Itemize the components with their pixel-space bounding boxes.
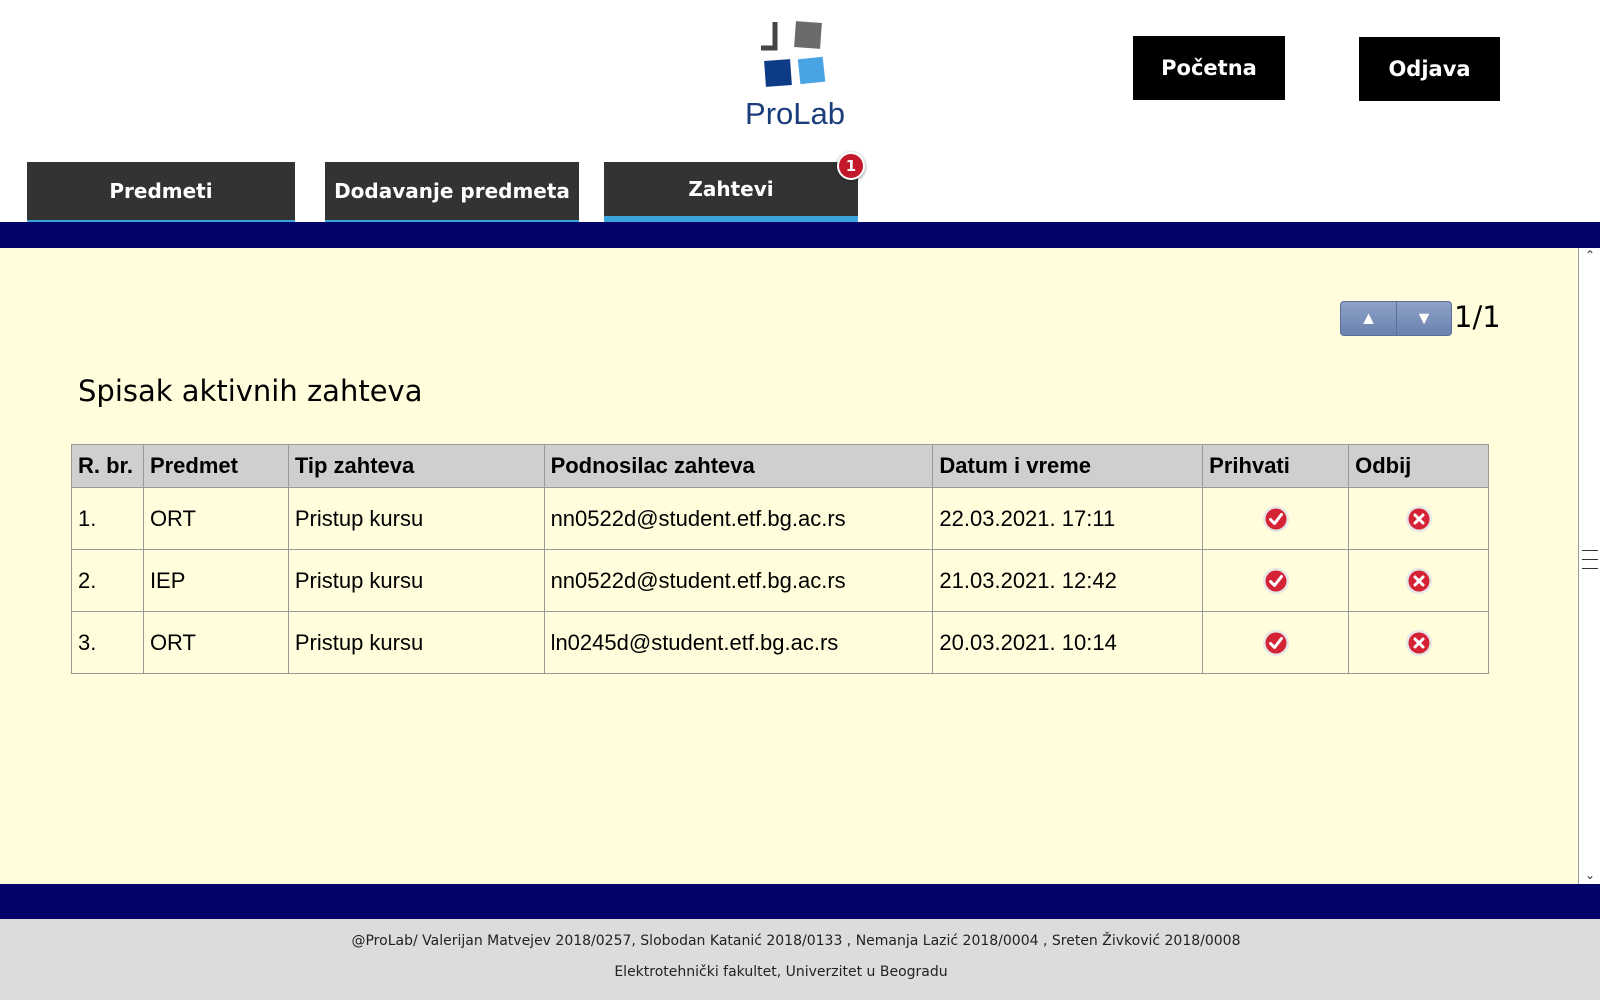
- cell-type: Pristup kursu: [287, 549, 545, 612]
- tab-zahtevi[interactable]: Zahtevi: [604, 162, 858, 222]
- vertical-scrollbar[interactable]: ⌃ ⌄: [1578, 248, 1600, 884]
- cell-requester: nn0522d@student.etf.bg.ac.rs: [543, 549, 934, 612]
- home-button[interactable]: Početna: [1133, 36, 1285, 100]
- cell-requester: nn0522d@student.etf.bg.ac.rs: [543, 487, 934, 550]
- cell-subject: ORT: [142, 487, 289, 550]
- scroll-down-icon[interactable]: ⌄: [1583, 868, 1597, 882]
- triangle-down-icon[interactable]: ▼: [1395, 302, 1451, 335]
- header-prihvati: Prihvati: [1202, 444, 1350, 488]
- tab-dodavanje-predmeta[interactable]: Dodavanje predmeta: [325, 162, 579, 222]
- cell-subject: ORT: [142, 611, 289, 674]
- triangle-up-icon[interactable]: ▲: [1341, 302, 1396, 335]
- cell-no: 2.: [71, 549, 144, 612]
- table-row: 2. IEP Pristup kursu nn0522d@student.etf…: [71, 549, 1489, 612]
- cell-type: Pristup kursu: [287, 611, 545, 674]
- check-circle-icon[interactable]: [1262, 505, 1290, 533]
- bottom-bar: [0, 884, 1600, 919]
- tab-predmeti[interactable]: Predmeti: [27, 162, 295, 222]
- scroll-thumb[interactable]: [1582, 550, 1598, 578]
- header-datum: Datum i vreme: [932, 444, 1204, 488]
- header-odbij: Odbij: [1348, 444, 1489, 488]
- reject-cell: [1348, 487, 1489, 550]
- pager: ▲ ▼: [1340, 301, 1452, 336]
- logo-text: ProLab: [745, 96, 845, 131]
- x-circle-icon[interactable]: [1405, 629, 1433, 657]
- cell-subject: IEP: [142, 549, 289, 612]
- accept-cell: [1202, 487, 1350, 550]
- notification-badge: 1: [837, 152, 865, 180]
- requests-table: R. br. Predmet Tip zahteva Podnosilac za…: [71, 444, 1489, 674]
- cell-datetime: 20.03.2021. 10:14: [932, 611, 1204, 674]
- cell-type: Pristup kursu: [287, 487, 545, 550]
- accept-cell: [1202, 549, 1350, 612]
- x-circle-icon[interactable]: [1405, 567, 1433, 595]
- header-tip-zahteva: Tip zahteva: [287, 444, 545, 488]
- cell-requester: ln0245d@student.etf.bg.ac.rs: [543, 611, 934, 674]
- table-header-row: R. br. Predmet Tip zahteva Podnosilac za…: [71, 444, 1489, 488]
- table-row: 1. ORT Pristup kursu nn0522d@student.etf…: [71, 487, 1489, 550]
- logout-button[interactable]: Odjava: [1359, 37, 1500, 101]
- reject-cell: [1348, 611, 1489, 674]
- footer-authors: @ProLab/ Valerijan Matvejev 2018/0257, S…: [351, 933, 1241, 949]
- reject-cell: [1348, 549, 1489, 612]
- header-podnosilac: Podnosilac zahteva: [543, 444, 934, 488]
- cell-no: 3.: [71, 611, 144, 674]
- top-bar: [0, 222, 1600, 248]
- footer: @ProLab/ Valerijan Matvejev 2018/0257, S…: [0, 919, 1600, 1000]
- header: ProLab Početna Odjava: [0, 0, 1600, 160]
- cell-datetime: 21.03.2021. 12:42: [932, 549, 1204, 612]
- x-circle-icon[interactable]: [1405, 505, 1433, 533]
- header-rbr: R. br.: [71, 444, 144, 488]
- footer-institution: Elektrotehnički fakultet, Univerzitet u …: [614, 964, 948, 980]
- scroll-up-icon[interactable]: ⌃: [1583, 248, 1597, 262]
- table-row: 3. ORT Pristup kursu ln0245d@student.etf…: [71, 611, 1489, 674]
- page-title: Spisak aktivnih zahteva: [78, 374, 423, 408]
- accept-cell: [1202, 611, 1350, 674]
- cell-no: 1.: [71, 487, 144, 550]
- page-indicator: 1/1: [1454, 300, 1501, 334]
- prolab-logo[interactable]: ProLab: [735, 18, 855, 133]
- check-circle-icon[interactable]: [1262, 567, 1290, 595]
- cell-datetime: 22.03.2021. 17:11: [932, 487, 1204, 550]
- check-circle-icon[interactable]: [1262, 629, 1290, 657]
- logo-icon: [761, 21, 826, 87]
- header-predmet: Predmet: [142, 444, 289, 488]
